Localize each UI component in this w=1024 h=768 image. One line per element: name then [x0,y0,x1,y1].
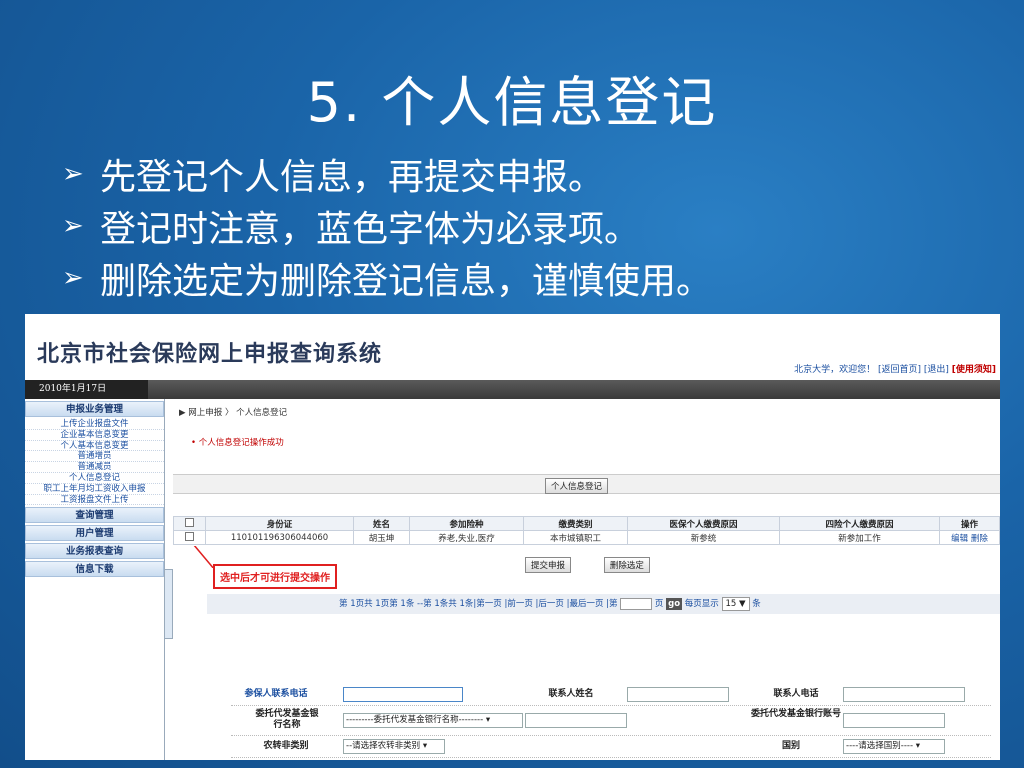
go-button[interactable]: go [666,597,683,610]
sidebar-item-personal-info[interactable]: 个人信息登记 [25,473,164,484]
register-button[interactable]: 个人信息登记 [545,478,609,494]
app-header: 北京市社会保险网上申报查询系统 北京大学，欢迎您！ [返回首页] [退出] [使… [25,314,1000,380]
sidebar-item[interactable]: 普通减员 [25,462,164,473]
column-header: 医保个人缴费原因 [627,516,780,531]
nav-section-download[interactable]: 信息下载 [25,561,164,578]
select-all-cell [173,516,206,531]
insurance-cell: 养老,失业,医疗 [409,530,524,545]
per-page-unit: 条 [752,599,761,609]
id-cell: 110101196306044060 [205,530,354,545]
delete-selected-button[interactable]: 删除选定 [603,557,650,573]
nav-section-reports[interactable]: 业务报表查询 [25,543,164,560]
pagination-bar: 第 1页共 1页第 1条 --第 1条共 1条|第一页 |前一页 |后一页 |最… [207,594,1000,614]
row-checkbox[interactable] [185,531,194,541]
home-link[interactable]: [返回首页] [878,365,921,375]
transfer-select[interactable]: --请选择农转非类别 ▾ [343,739,445,754]
contact-phone-field[interactable] [843,687,965,702]
column-header: 四险个人缴费原因 [779,516,940,531]
per-page-label: 每页显示 [684,599,719,609]
bank-name-label: 委托代发基金银行名称 [255,709,319,730]
bank-name-field[interactable] [525,713,627,728]
main-content: ▶ 网上申报 〉 个人信息登记 • 个人信息登记操作成功 个人信息登记 身份证 … [173,399,1000,760]
breadcrumb: ▶ 网上申报 〉 个人信息登记 [179,406,287,418]
edit-link[interactable]: 编辑 [951,534,968,544]
actions-cell: 编辑 删除 [939,530,1000,545]
column-header: 姓名 [353,516,410,531]
submit-button[interactable]: 提交申报 [525,557,572,573]
country-select[interactable]: ----请选择国别---- ▾ [843,739,945,754]
country-label: 国别 [781,741,800,751]
column-header: 参加险种 [409,516,524,531]
nav-section-users[interactable]: 用户管理 [25,525,164,542]
slide-title: 5. 个人信息登记 [306,71,718,134]
bullet-item: ➢ 登记时注意，蓝色字体为必录项。 [62,200,712,252]
bullet-list: ➢ 先登记个人信息，再提交申报。 ➢ 登记时注意，蓝色字体为必录项。 ➢ 删除选… [62,148,712,304]
header-links: 北京大学，欢迎您！ [返回首页] [退出] [使用须知] [794,362,996,375]
select-all-checkbox[interactable] [185,517,194,527]
sidebar-item[interactable]: 企业基本信息变更 [25,430,164,441]
app-title: 北京市社会保险网上申报查询系统 [37,342,383,367]
form-row: 农转非类别 --请选择农转非类别 ▾ 国别 ----请选择国别---- ▾ [231,736,991,758]
bank-name-select[interactable]: ---------委托代发基金银行名称-------- ▾ [343,713,523,728]
callout-annotation: 选中后才可进行提交操作 [213,564,337,589]
form-row: 参保人联系电话 联系人姓名 联系人电话 [231,684,991,706]
contact-phone-label: 联系人电话 [773,689,819,699]
contact-name-label: 联系人姓名 [548,689,594,699]
column-header: 缴费类别 [523,516,628,531]
transfer-label: 农转非类别 [263,741,309,751]
play-icon: ▶ [179,408,186,418]
success-message: • 个人信息登记操作成功 [191,438,284,448]
breadcrumb-text: 网上申报 〉 个人信息登记 [188,408,288,418]
sidebar-item[interactable]: 职工上年月均工资收入申报 [25,484,164,495]
sidebar-item[interactable]: 上传企业报盘文件 [25,419,164,430]
welcome-text: 北京大学，欢迎您！ [794,365,876,375]
app-screenshot: 北京市社会保险网上申报查询系统 北京大学，欢迎您！ [返回首页] [退出] [使… [25,314,1000,760]
action-buttons: 提交申报 删除选定 [525,557,680,573]
nav-section-declaration[interactable]: 申报业务管理 [25,401,164,417]
bank-account-label: 委托代发基金银行账号 [751,709,842,719]
category-cell: 本市城镇职工 [523,530,628,545]
arrow-bullet-icon: ➢ [62,263,84,293]
detail-form: 参保人联系电话 联系人姓名 联系人电话 委托代发基金银行名称 ---------… [231,684,991,758]
name-cell: 胡玉坤 [353,530,410,545]
logout-link[interactable]: [退出] [924,365,949,375]
bullet-item: ➢ 删除选定为删除登记信息，谨慎使用。 [62,252,712,304]
bullet-text: 登记时注意，蓝色字体为必录项。 [100,209,641,250]
arrow-bullet-icon: ➢ [62,159,84,189]
bullet-item: ➢ 先登记个人信息，再提交申报。 [62,148,712,200]
nav-section-query[interactable]: 查询管理 [25,507,164,524]
phone-field[interactable] [343,687,463,702]
sidebar-item[interactable]: 普通增员 [25,451,164,463]
column-header: 操作 [939,516,1000,531]
toolbar: 个人信息登记 [173,474,1000,494]
top-bar: 2010年1月17日 [25,380,1000,399]
table-header-row: 身份证 姓名 参加险种 缴费类别 医保个人缴费原因 四险个人缴费原因 操作 [173,516,1000,531]
bullet-text: 先登记个人信息，再提交申报。 [100,157,605,198]
pagination-text[interactable]: 第 1页共 1页第 1条 --第 1条共 1条|第一页 |前一页 |后一页 |最… [339,599,618,609]
date-label: 2010年1月17日 [25,380,148,399]
per-page-select[interactable]: 15 ▼ [721,596,750,611]
record-table: 身份证 姓名 参加险种 缴费类别 医保个人缴费原因 四险个人缴费原因 操作 11… [173,516,1000,545]
notice-link[interactable]: [使用须知] [952,365,996,375]
arrow-bullet-icon: ➢ [62,211,84,241]
sidebar-item[interactable]: 工资报盘文件上传 [25,495,164,506]
page-suffix: 页 [654,599,664,609]
sidebar-item[interactable]: 个人基本信息变更 [25,441,164,452]
contact-name-field[interactable] [627,687,729,702]
bullet-text: 删除选定为删除登记信息，谨慎使用。 [100,261,713,302]
med-reason-cell: 新参统 [627,530,780,545]
sidebar: 申报业务管理 上传企业报盘文件 企业基本信息变更 个人基本信息变更 普通增员 普… [25,399,165,760]
form-row: 委托代发基金银行名称 ---------委托代发基金银行名称-------- ▾… [231,706,991,736]
row-select-cell [173,530,206,545]
table-row: 110101196306044060 胡玉坤 养老,失业,医疗 本市城镇职工 新… [173,530,1000,545]
phone-label: 参保人联系电话 [244,689,308,699]
delete-link[interactable]: 删除 [971,534,988,544]
four-reason-cell: 新参加工作 [779,530,940,545]
bank-account-field[interactable] [843,713,945,728]
sidebar-collapse-handle[interactable] [165,569,173,639]
page-number-input[interactable] [620,597,653,610]
column-header: 身份证 [205,516,354,531]
